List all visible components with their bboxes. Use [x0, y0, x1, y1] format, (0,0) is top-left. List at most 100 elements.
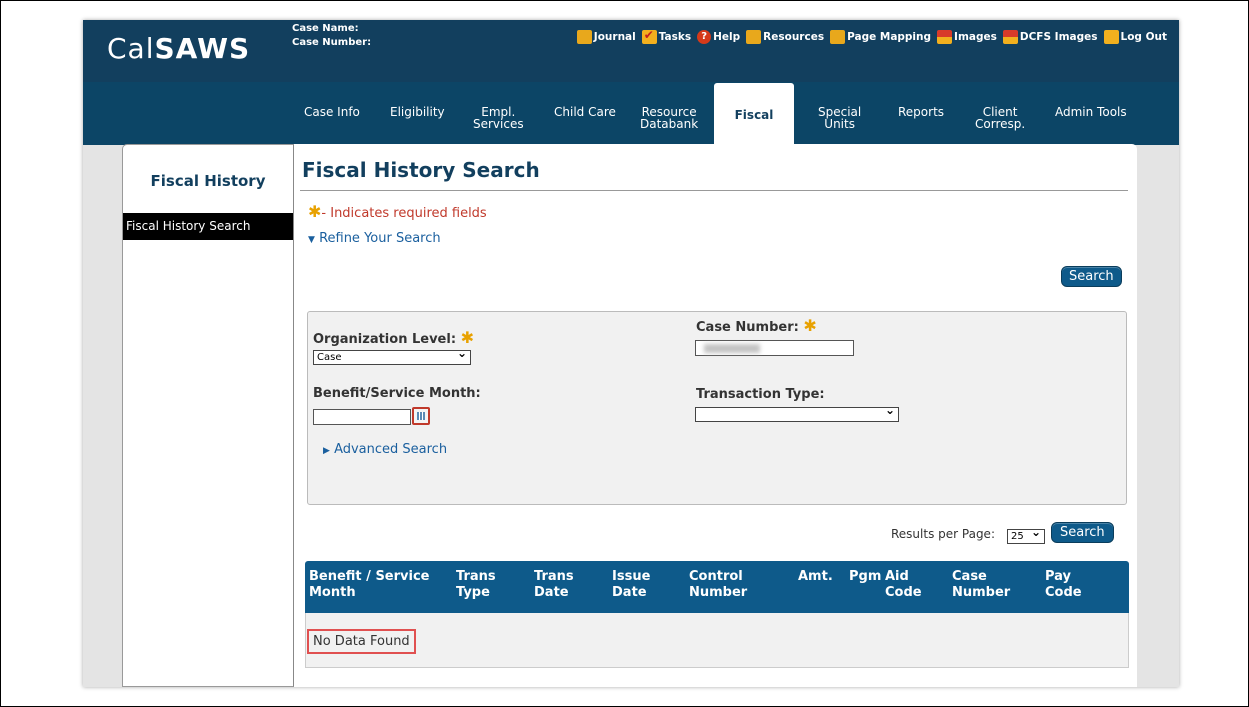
col-label: Type	[456, 585, 490, 600]
search-criteria-panel: Organization Level: ✱ Case Case Number: …	[307, 311, 1127, 505]
tab-resource-databank[interactable]: Resource Databank	[640, 106, 698, 130]
calsaws-logo[interactable]: CalSAWS	[107, 32, 250, 65]
tab-case-info[interactable]: Case Info	[304, 106, 360, 118]
col-pay-code[interactable]: Pay Code	[1045, 569, 1082, 601]
col-case-number[interactable]: Case Number	[952, 569, 1010, 601]
advanced-search-toggle[interactable]: ▶ Advanced Search	[323, 442, 447, 457]
help-icon: ?	[697, 30, 712, 44]
logo-prefix: Cal	[107, 32, 155, 65]
col-label: Code	[885, 585, 922, 600]
col-label: Pay	[1045, 569, 1072, 584]
col-label: Number	[952, 585, 1011, 600]
tab-label: Admin Tools	[1055, 105, 1127, 119]
calsaws-app: CalSAWS Case Name: Case Number: Journal …	[83, 20, 1179, 687]
col-benefit-month[interactable]: Benefit / Service Month	[309, 569, 430, 601]
dcfs-images-icon	[1002, 30, 1018, 44]
tab-label: Fiscal	[734, 108, 774, 122]
resources-icon	[746, 30, 762, 44]
col-label: Number	[689, 585, 748, 600]
col-trans-date[interactable]: Trans Date	[534, 569, 574, 601]
tab-label: Case Info	[304, 105, 360, 119]
redacted-value	[704, 344, 760, 353]
tab-label: Corresp.	[975, 117, 1026, 131]
col-label: Trans	[534, 569, 574, 584]
tab-special-units[interactable]: Special Units	[818, 106, 861, 130]
resources-label: Resources	[763, 31, 825, 43]
benefit-month-input[interactable]	[313, 409, 411, 425]
col-aid-code[interactable]: Aid Code	[885, 569, 922, 601]
results-search-button[interactable]: Search	[1051, 522, 1114, 543]
sidebar: Fiscal History Fiscal History Search	[122, 144, 294, 687]
col-label: Date	[612, 585, 647, 600]
tab-label: Child Care	[554, 105, 616, 119]
help-label: Help	[713, 31, 741, 43]
results-per-page: Results per Page:	[891, 527, 995, 541]
case-info: Case Name: Case Number:	[292, 22, 371, 50]
journal-link[interactable]: Journal	[576, 30, 636, 44]
tab-child-care[interactable]: Child Care	[554, 106, 616, 118]
advanced-search-label: Advanced Search	[334, 442, 448, 457]
required-star-icon: ✱	[308, 202, 322, 221]
col-control-number[interactable]: Control Number	[689, 569, 747, 601]
tab-fiscal[interactable]: Fiscal	[714, 83, 794, 145]
tab-reports[interactable]: Reports	[898, 106, 944, 118]
col-label: Benefit / Service	[309, 569, 430, 584]
tasks-link[interactable]: Tasks	[641, 28, 692, 44]
col-label: Amt.	[798, 569, 833, 584]
transaction-type-label: Transaction Type:	[696, 387, 825, 402]
tab-label: Units	[824, 117, 855, 131]
page-mapping-link[interactable]: Page Mapping	[830, 30, 931, 44]
images-link[interactable]: Images	[937, 30, 997, 44]
case-name-label: Case Name:	[292, 23, 359, 34]
required-text: - Indicates required fields	[321, 206, 487, 221]
refine-search-toggle[interactable]: ▼ Refine Your Search	[308, 231, 441, 246]
col-label: Trans	[456, 569, 496, 584]
resources-link[interactable]: Resources	[746, 30, 824, 44]
sidebar-title: Fiscal History	[150, 172, 266, 190]
journal-label: Journal	[593, 31, 636, 43]
required-star-icon: ✱	[460, 328, 474, 347]
tab-label: Services	[473, 117, 524, 131]
col-pgm[interactable]: Pgm	[849, 569, 881, 585]
title-divider	[300, 190, 1128, 191]
sidebar-item-fiscal-history-search[interactable]: Fiscal History Search	[123, 213, 293, 240]
col-label: Code	[1045, 585, 1082, 600]
logout-link[interactable]: Log Out	[1103, 30, 1168, 44]
calendar-icon[interactable]	[412, 407, 430, 425]
tab-client-corresp[interactable]: Client Corresp.	[975, 106, 1025, 130]
screenshot-frame: CalSAWS Case Name: Case Number: Journal …	[0, 0, 1249, 707]
org-level-select[interactable]: Case	[313, 347, 471, 365]
logout-icon	[1103, 30, 1119, 44]
refine-search-label: Refine Your Search	[319, 231, 441, 246]
logout-label: Log Out	[1120, 31, 1168, 43]
col-amt[interactable]: Amt.	[798, 569, 833, 585]
dcfs-images-link[interactable]: DCFS Images	[1002, 30, 1098, 44]
case-number-input[interactable]	[695, 340, 854, 356]
tab-eligibility[interactable]: Eligibility	[390, 106, 445, 118]
journal-icon	[576, 30, 592, 44]
tasks-icon	[641, 28, 657, 44]
results-table-body: No Data Found	[305, 613, 1129, 668]
col-trans-type[interactable]: Trans Type	[456, 569, 496, 601]
case-number-text: Case Number:	[696, 320, 799, 335]
tasks-label: Tasks	[658, 31, 692, 43]
results-per-page-select[interactable]: 25	[1007, 526, 1045, 544]
col-label: Control	[689, 569, 743, 584]
top-bar: CalSAWS Case Name: Case Number: Journal …	[83, 20, 1179, 82]
results-per-page-label: Results per Page:	[891, 527, 995, 541]
search-button[interactable]: Search	[1061, 266, 1122, 287]
col-label: Issue	[612, 569, 651, 584]
org-level-text: Organization Level:	[313, 332, 457, 347]
triangle-right-icon: ▶	[323, 446, 330, 456]
tab-admin-tools[interactable]: Admin Tools	[1055, 106, 1127, 118]
images-icon	[937, 30, 953, 44]
logo-bold: SAWS	[154, 32, 251, 65]
main-content: Fiscal History Search ✱- Indicates requi…	[294, 144, 1137, 687]
org-level-label: Organization Level: ✱	[313, 328, 474, 347]
transaction-type-select[interactable]	[695, 404, 899, 422]
col-label: Case	[952, 569, 987, 584]
required-star-icon: ✱	[803, 316, 817, 335]
tab-empl-services[interactable]: Empl. Services	[473, 106, 524, 130]
col-issue-date[interactable]: Issue Date	[612, 569, 650, 601]
help-link[interactable]: ? Help	[697, 30, 740, 44]
